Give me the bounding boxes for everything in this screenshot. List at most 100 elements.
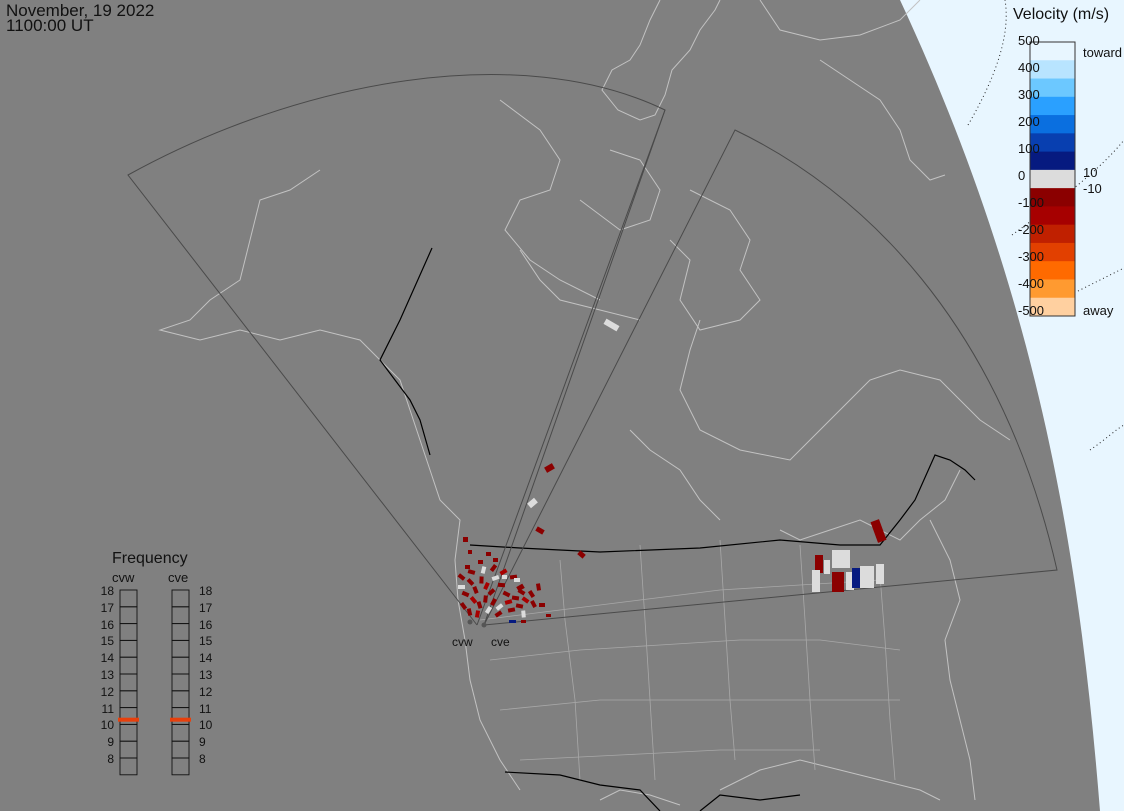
scatter-cells (457, 318, 887, 623)
frequency-cell (171, 589, 190, 608)
scatter-cell (483, 595, 488, 603)
scatter-cell (478, 560, 483, 564)
frequency-indicator (170, 717, 191, 722)
radar-site-marker-cve (481, 622, 487, 628)
site-label-cvw: cvw (452, 635, 473, 649)
frequency-level-left: 14 (100, 651, 114, 666)
time-label: 1100:00 UT (6, 16, 94, 35)
scatter-cell (463, 537, 468, 542)
map-canvas (118, 0, 1124, 811)
frequency-level-left: 18 (100, 584, 114, 598)
frequency-level-right: 8 (199, 752, 206, 766)
scatter-cell (515, 603, 524, 609)
frequency-level-right: 12 (199, 684, 213, 699)
scatter-cell (466, 608, 473, 616)
radar-label-cve: cve (168, 570, 189, 585)
scatter-cell (535, 526, 545, 535)
velocity-tick: 0 (1018, 168, 1026, 183)
scatter-cell (502, 575, 507, 579)
scatter-cell (489, 564, 498, 572)
frequency-cell (171, 673, 190, 692)
scatter-cell (479, 576, 484, 584)
scatter-cell (502, 590, 511, 598)
frequency-level-left: 16 (100, 617, 114, 632)
scatter-cell (511, 595, 520, 601)
scatter-cell (491, 574, 500, 582)
scatter-cell (497, 582, 506, 588)
scatter-cell (472, 586, 479, 594)
frequency-cell (119, 623, 138, 641)
frequency-title: Frequency (112, 550, 188, 567)
frequency-level-left: 12 (100, 684, 114, 699)
frequency-cell (171, 690, 190, 709)
frequency-cell (119, 589, 138, 608)
scatter-cell (466, 578, 475, 586)
velocity-tick: 500 (1018, 33, 1040, 48)
site-label-cve: cve (491, 635, 510, 649)
away-label: away (1083, 303, 1114, 318)
frequency-cell (171, 723, 190, 742)
scatter-cell (876, 564, 884, 584)
scatter-cell (493, 558, 498, 562)
scatter-cell (527, 497, 538, 509)
coastlines (158, 0, 1011, 806)
velocity-tick: -100 (1018, 195, 1045, 210)
frequency-level-left: 10 (100, 718, 114, 733)
radar-label-cvw: cvw (112, 570, 135, 585)
frequency-cell (119, 723, 138, 742)
scatter-cell (539, 603, 545, 607)
velocity-scale-title: Velocity (m/s) (1013, 6, 1110, 23)
frequency-level-left: 13 (100, 668, 114, 682)
velocity-tick: -400 (1018, 276, 1045, 291)
frequency-level-left: 8 (107, 752, 114, 766)
frequency-cell (171, 606, 190, 625)
scatter-cell (494, 610, 503, 618)
frequency-level-left: 11 (101, 701, 114, 716)
radar-fov (127, 74, 1058, 626)
scatter-cell (459, 601, 468, 611)
frequency-level-right: 11 (199, 701, 212, 716)
scatter-cell (521, 610, 526, 618)
scatter-cell (504, 599, 513, 605)
scatter-cell (521, 596, 530, 604)
scatter-cell (467, 569, 476, 575)
scatter-cell (483, 581, 490, 591)
scatter-cell (527, 589, 536, 599)
frequency-cell (119, 606, 138, 625)
frequency-level-right: 16 (199, 617, 213, 632)
frequency-level-left: 17 (100, 600, 114, 615)
frequency-cell (119, 656, 138, 675)
frequency-indicator (118, 717, 139, 722)
scatter-cell (812, 570, 820, 592)
scatter-cell (468, 550, 472, 554)
small-tick-neg: -10 (1083, 181, 1102, 196)
frequency-cell (119, 673, 138, 692)
velocity-tick: -500 (1018, 303, 1045, 318)
international-borders (379, 247, 976, 811)
scatter-cell (516, 583, 525, 592)
scatter-cell (535, 583, 542, 591)
toward-label: toward (1083, 45, 1123, 60)
velocity-tick: -200 (1018, 222, 1045, 237)
frequency-cell (171, 623, 190, 641)
scatter-cell (546, 614, 551, 617)
scatter-cell (530, 599, 537, 609)
frequency-cell (171, 639, 190, 658)
scatter-cell (544, 463, 555, 473)
frequency-level-right: 15 (199, 634, 213, 649)
scatter-cell (521, 620, 526, 623)
scatter-cell (457, 573, 466, 581)
frequency-level-right: 10 (199, 718, 213, 733)
scatter-cell (832, 572, 844, 592)
velocity-tick: -300 (1018, 249, 1045, 264)
scatter-cell (474, 610, 481, 618)
velocity-tick: 200 (1018, 114, 1040, 129)
scatter-cell (603, 318, 620, 332)
frequency-level-right: 13 (199, 668, 213, 682)
scatter-cell (860, 566, 868, 588)
velocity-tick: 400 (1018, 60, 1040, 75)
frequency-cell (119, 639, 138, 658)
frequency-cell (119, 740, 138, 759)
velocity-tick: 300 (1018, 87, 1040, 102)
frequency-level-left: 15 (100, 634, 114, 649)
